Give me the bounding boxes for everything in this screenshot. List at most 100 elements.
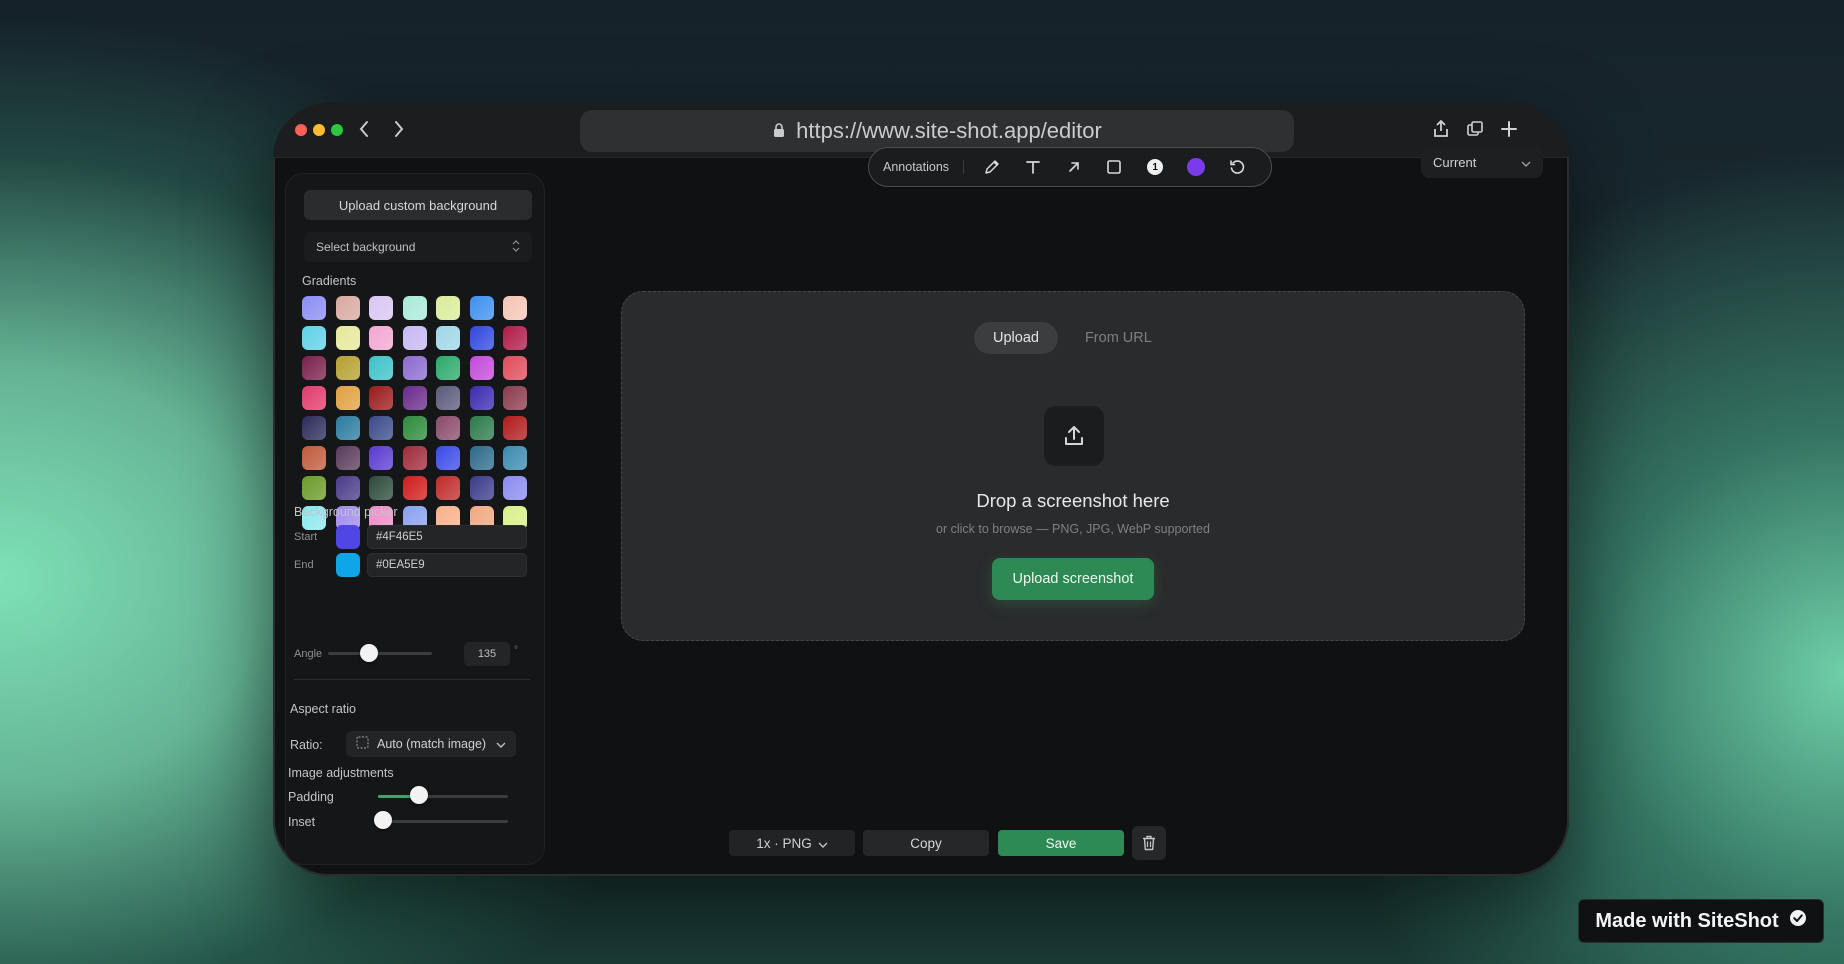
gradient-swatch[interactable] [469,416,494,440]
gradient-swatch[interactable] [402,386,427,410]
gradient-swatch[interactable] [335,446,360,470]
gradient-swatch[interactable] [503,386,527,410]
dropzone-title: Drop a screenshot here [976,490,1170,511]
gradient-swatch[interactable] [402,356,427,380]
gradient-swatch[interactable] [469,296,494,320]
minimize-window-dot[interactable] [313,124,325,136]
upload-screenshot-button[interactable]: Upload screenshot [992,558,1154,600]
upload-custom-background-button[interactable]: Upload custom background [304,190,532,220]
padding-slider-knob[interactable] [410,786,428,804]
frame-select-dropdown[interactable]: Current [1421,146,1543,178]
gradient-swatch[interactable] [369,326,393,350]
gradient-swatch[interactable] [503,476,527,500]
screenshot-dropzone[interactable]: Upload From URL Drop a screenshot here o… [621,291,1525,641]
gradient-swatch[interactable] [503,446,527,470]
address-bar[interactable]: https://www.site-shot.app/editor [580,110,1294,152]
rectangle-tool-icon[interactable] [1094,151,1135,183]
made-with-siteshot-badge[interactable]: Made with SiteShot [1578,899,1824,943]
arrow-tool-icon[interactable] [1053,151,1094,183]
trash-icon[interactable] [1132,826,1166,860]
gradient-swatch[interactable] [436,326,460,350]
gradient-swatch[interactable] [469,386,494,410]
save-button[interactable]: Save [998,830,1124,856]
gradient-swatch[interactable] [402,296,427,320]
gradient-swatch[interactable] [369,296,393,320]
gradient-swatch[interactable] [436,416,460,440]
gradient-swatch[interactable] [302,296,326,320]
annotations-label: Annotations [883,160,965,174]
start-color-input[interactable]: #4F46E5 [367,525,527,549]
angle-slider-track[interactable] [328,652,432,655]
pencil-icon[interactable] [972,151,1013,183]
gradient-swatch[interactable] [369,356,393,380]
color-picker-icon[interactable] [1176,151,1217,183]
annotation-toolbar: Annotations 1 [868,147,1272,187]
gradient-swatch[interactable] [503,296,527,320]
inset-slider-knob[interactable] [374,811,392,829]
tab-upload[interactable]: Upload [974,322,1058,354]
gradient-swatch[interactable] [436,386,460,410]
number-step-icon[interactable]: 1 [1135,151,1176,183]
start-color-chip[interactable] [336,525,360,549]
export-format-dropdown[interactable]: 1x · PNG [729,830,855,856]
gradient-swatch[interactable] [436,296,460,320]
gradient-swatch[interactable] [402,476,427,500]
text-tool-icon[interactable] [1013,151,1054,183]
gradients-heading: Gradients [302,274,357,288]
gradient-swatch[interactable] [402,446,427,470]
gradient-swatch[interactable] [402,416,427,440]
gradient-swatch[interactable] [469,356,494,380]
end-color-input[interactable]: #0EA5E9 [367,553,527,577]
copy-button[interactable]: Copy [863,830,989,856]
gradient-swatch[interactable] [302,446,326,470]
gradient-swatch[interactable] [335,416,360,440]
ratio-label: Ratio: [290,738,323,752]
maximize-window-dot[interactable] [331,124,343,136]
ratio-dropdown[interactable]: Auto (match image) [346,731,516,757]
gradient-swatch[interactable] [503,326,527,350]
gradient-swatch[interactable] [302,386,326,410]
gradient-swatch[interactable] [335,476,360,500]
tab-from-url[interactable]: From URL [1066,322,1171,354]
gradient-swatch[interactable] [469,476,494,500]
gradient-swatch[interactable] [335,326,360,350]
inset-slider-track[interactable] [378,820,508,823]
gradient-swatch[interactable] [335,386,360,410]
gradient-swatch[interactable] [335,356,360,380]
select-background-dropdown[interactable]: Select background [304,232,532,262]
new-tab-icon[interactable] [1495,115,1523,143]
back-icon[interactable] [351,115,377,143]
gradient-swatch[interactable] [302,416,326,440]
gradient-swatch[interactable] [436,356,460,380]
gradient-swatch[interactable] [402,326,427,350]
gradient-swatch[interactable] [335,296,360,320]
end-color-row: End #0EA5E9 [294,551,527,579]
gradient-swatch[interactable] [302,476,326,500]
gradient-swatch[interactable] [436,476,460,500]
angle-input[interactable]: 135 [464,642,510,666]
gradient-swatch[interactable] [302,356,326,380]
gradient-swatch[interactable] [302,326,326,350]
tabs-icon[interactable] [1461,115,1489,143]
url-text: https://www.site-shot.app/editor [796,118,1102,143]
angle-slider-knob[interactable] [360,644,378,662]
gradient-swatch[interactable] [469,326,494,350]
gradient-swatch[interactable] [436,446,460,470]
share-icon[interactable] [1427,115,1455,143]
gradient-swatch[interactable] [369,476,393,500]
active-color-dot [1186,158,1205,176]
end-color-chip[interactable] [336,553,360,577]
chevron-down-icon [496,737,506,751]
badge-text: Made with SiteShot [1595,909,1779,932]
gradient-swatch[interactable] [369,416,393,440]
forward-icon[interactable] [386,115,412,143]
updown-chevron-icon [512,239,520,255]
gradient-swatch[interactable] [369,446,393,470]
undo-icon[interactable] [1216,151,1257,183]
gradient-swatch[interactable] [503,356,527,380]
gradient-swatch[interactable] [503,416,527,440]
gradient-swatch[interactable] [469,446,494,470]
close-window-dot[interactable] [295,124,307,136]
gradient-swatch[interactable] [369,386,393,410]
degree-symbol: ° [514,645,518,656]
